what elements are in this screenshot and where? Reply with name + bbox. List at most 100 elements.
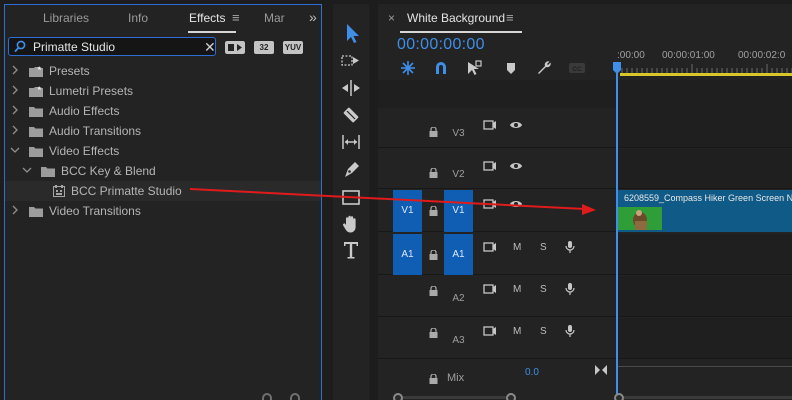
mix-volume-value[interactable]: 0.0 [525,367,539,378]
eye-icon[interactable] [509,160,523,172]
zoom-handle-left[interactable] [614,393,624,400]
search-box[interactable]: ✕ [8,37,216,56]
tree-item-bcc-key-blend[interactable]: BCC Key & Blend [5,161,321,181]
ripple-edit-tool-icon[interactable] [338,75,364,101]
lock-icon[interactable] [429,127,438,137]
search-input[interactable] [33,39,193,54]
panel-menu-icon[interactable]: ≡ [232,10,240,25]
chevron-right-icon[interactable] [10,65,20,75]
track-lane-v2[interactable] [617,149,792,188]
track-lane-v3[interactable] [617,108,792,147]
slip-tool-icon[interactable] [338,129,364,155]
track-target-v1[interactable]: V1 [444,190,473,232]
lock-icon[interactable] [429,286,438,296]
search-icon [14,40,26,53]
lock-icon[interactable] [429,374,438,384]
chevron-down-icon[interactable] [10,145,20,155]
track-select-tool-icon[interactable] [338,48,364,74]
scroll-handle-left[interactable] [393,393,403,400]
microphone-icon[interactable] [563,325,577,337]
tree-item-audio-effects[interactable]: Audio Effects [5,101,321,121]
tree-item-video-effects[interactable]: Video Effects [5,141,321,161]
tab-markers[interactable]: Mar [264,11,285,25]
chevron-down-icon[interactable] [22,165,32,175]
effects-scroll-handle[interactable] [262,393,272,400]
toggle-sync-lock-icon[interactable] [483,119,497,131]
tree-item-bcc-primatte-studio[interactable]: BCC Primatte Studio [5,181,321,201]
timeline-settings-wrench-icon[interactable] [536,60,552,76]
accelerated-effects-icon[interactable] [225,41,245,54]
lock-icon[interactable] [429,250,438,260]
32-bit-effects-icon[interactable]: 32 [254,41,274,54]
microphone-icon[interactable] [563,241,577,253]
tools-panel [333,4,369,400]
tab-effects[interactable]: Effects [189,11,225,25]
tree-item-video-transitions[interactable]: Video Transitions [5,201,321,221]
solo-track-button[interactable]: S [540,284,547,295]
eye-icon[interactable] [509,119,523,131]
go-to-end-icon[interactable] [594,364,608,376]
razor-tool-icon[interactable] [338,102,364,128]
mute-track-button[interactable]: M [513,284,521,295]
lock-icon[interactable] [429,328,438,338]
lock-icon[interactable] [429,206,438,216]
clear-search-icon[interactable]: ✕ [204,39,216,56]
toggle-sync-lock-icon[interactable] [483,198,497,210]
track-v2: V2 [378,149,792,189]
tab-libraries[interactable]: Libraries [43,11,89,25]
toggle-sync-lock-icon[interactable] [483,283,497,295]
chevron-right-icon[interactable] [10,205,20,215]
lock-icon[interactable] [429,168,438,178]
pen-tool-icon[interactable] [338,157,364,183]
source-patch-v1[interactable]: V1 [393,190,422,232]
sequence-tab-title[interactable]: White Background [407,11,505,25]
effects-scroll-handle[interactable] [290,393,300,400]
tree-item-lumetri-presets[interactable]: Lumetri Presets [5,81,321,101]
source-patch-a1[interactable]: A1 [393,234,422,275]
scroll-handle-right[interactable] [506,393,516,400]
captions-icon[interactable]: CC [568,60,586,76]
tree-item-label: Audio Transitions [49,124,142,138]
folder-icon [29,207,43,217]
eye-icon[interactable] [509,198,523,210]
toggle-sync-lock-icon[interactable] [483,325,497,337]
rectangle-tool-icon[interactable] [338,185,364,211]
playhead-line[interactable] [616,64,618,394]
add-marker-icon[interactable] [503,60,519,76]
track-lane-a1[interactable] [617,234,792,274]
track-lane-a3[interactable] [617,318,792,358]
mute-track-button[interactable]: M [513,326,521,337]
tree-item-label: Video Transitions [49,204,141,218]
sequence-menu-icon[interactable]: ≡ [506,10,514,25]
yuv-effects-icon[interactable]: YUV [283,41,303,54]
solo-track-button[interactable]: S [540,242,547,253]
track-target-a1[interactable]: A1 [444,234,473,275]
tree-item-audio-transitions[interactable]: Audio Transitions [5,121,321,141]
timeline-zoom-scrollbar[interactable] [622,396,792,399]
playhead-handle-icon[interactable] [613,62,621,74]
snap-magnet-icon[interactable] [433,60,449,76]
tab-info[interactable]: Info [128,11,148,25]
selection-tool-icon[interactable] [338,20,364,46]
track-header-a3: A3 M S [378,318,614,358]
microphone-icon[interactable] [563,283,577,295]
chevron-right-icon[interactable] [10,125,20,135]
linked-selection-icon[interactable] [466,60,482,76]
header-scrollbar[interactable] [398,396,516,399]
mute-track-button[interactable]: M [513,242,521,253]
chevron-right-icon[interactable] [10,85,20,95]
type-tool-icon[interactable] [338,237,364,263]
track-lane-a2[interactable] [617,276,792,316]
toggle-sync-lock-icon[interactable] [483,241,497,253]
solo-track-button[interactable]: S [540,326,547,337]
chevron-right-icon[interactable] [10,105,20,115]
nest-sequence-icon[interactable] [400,60,416,76]
hand-tool-icon[interactable] [338,211,364,237]
video-clip[interactable]: 6208559_Compass Hiker Green Screen Na [617,190,792,232]
work-area-bar[interactable] [620,73,792,76]
playhead-timecode[interactable]: 00:00:00:00 [397,36,485,54]
close-sequence-icon[interactable]: × [388,11,395,25]
tree-item-presets[interactable]: Presets [5,61,321,81]
more-panels-icon[interactable]: » [309,9,317,25]
toggle-sync-lock-icon[interactable] [483,160,497,172]
